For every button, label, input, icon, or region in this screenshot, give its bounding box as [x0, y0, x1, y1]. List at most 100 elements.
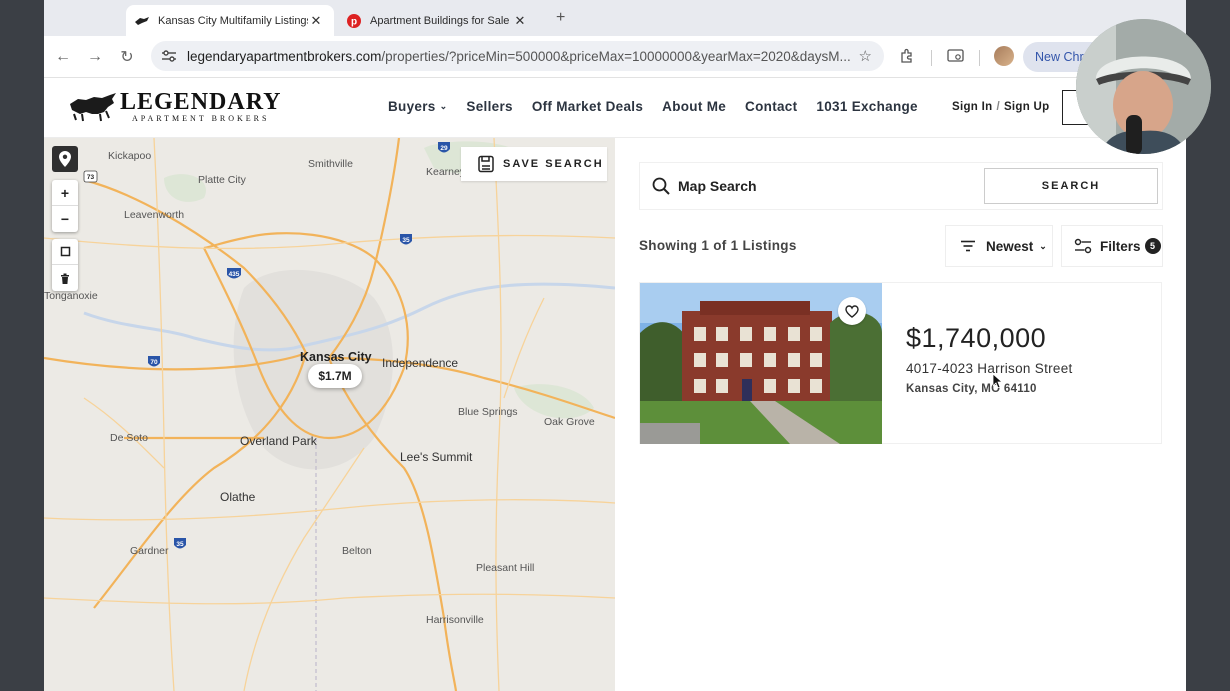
- map-label-de-soto: De Soto: [110, 432, 148, 444]
- forward-arrow-icon[interactable]: →: [85, 47, 105, 67]
- listing-photo[interactable]: [640, 283, 882, 444]
- search-button[interactable]: SEARCH: [984, 168, 1158, 204]
- svg-text:73: 73: [87, 174, 95, 181]
- map-label-kickapoo: Kickapoo: [108, 150, 152, 162]
- logo-bull-icon: [70, 93, 116, 122]
- filters-button[interactable]: Filters 5: [1061, 225, 1163, 267]
- tab-strip: Kansas City Multifamily Listings ✕ p Apa…: [44, 0, 1186, 36]
- map-label-platte-city: Platte City: [198, 174, 246, 186]
- main-nav: Buyers ⌄ Sellers Off Market Deals About M…: [388, 99, 937, 114]
- nav-1031-exchange[interactable]: 1031 Exchange: [816, 99, 917, 114]
- map-label-gardner: Gardner: [130, 545, 169, 557]
- bookmark-star-icon[interactable]: ☆: [859, 47, 872, 65]
- listings-panel: Map Search SEARCH Showing 1 of 1 Listing…: [615, 138, 1186, 691]
- nav-label: About Me: [662, 99, 727, 114]
- nav-contact[interactable]: Contact: [745, 99, 797, 114]
- map-label-belton: Belton: [342, 545, 372, 557]
- url-path: /properties/?priceMin=500000&priceMax=10…: [381, 48, 851, 64]
- map-price-marker[interactable]: $1.7M: [308, 364, 362, 388]
- map-label-overland-park: Overland Park: [240, 434, 317, 448]
- new-tab-icon[interactable]: +: [556, 9, 565, 27]
- profile-avatar[interactable]: [994, 46, 1014, 66]
- location-pin-button[interactable]: [52, 146, 78, 172]
- tab-title: Apartment Buildings for Sale: [370, 14, 510, 27]
- tab-kansas-city-listings[interactable]: Kansas City Multifamily Listings ✕: [126, 5, 334, 36]
- left-backdrop: [0, 0, 44, 691]
- site-logo[interactable]: LEGENDARY APARTMENT BROKERS: [68, 90, 282, 124]
- sign-up-link[interactable]: Sign Up: [1004, 101, 1050, 113]
- map-label-leavenworth: Leavenworth: [124, 209, 185, 221]
- svg-text:70: 70: [150, 359, 158, 366]
- browser-window: Kansas City Multifamily Listings ✕ p Apa…: [44, 0, 1186, 691]
- filters-count-badge: 5: [1144, 238, 1161, 254]
- pinterest-favicon-icon: p: [346, 13, 362, 29]
- zoom-out-button[interactable]: −: [52, 206, 78, 232]
- sign-in-link[interactable]: Sign In: [952, 101, 992, 113]
- chevron-down-icon: ⌄: [1039, 240, 1047, 251]
- map-label-independence: Independence: [382, 356, 459, 370]
- nav-buyers[interactable]: Buyers ⌄: [388, 99, 447, 114]
- nav-about-me[interactable]: About Me: [662, 99, 726, 114]
- filters-label: Filters: [1100, 238, 1141, 254]
- close-tab-icon[interactable]: ✕: [308, 13, 324, 29]
- tab-apartment-buildings[interactable]: p Apartment Buildings for Sale ✕: [338, 5, 546, 36]
- chevron-down-icon: ⌄: [439, 101, 448, 111]
- polygon-icon: [60, 246, 70, 257]
- favorite-heart-button[interactable]: [838, 297, 866, 325]
- map-view[interactable]: 29 35 435 70 35 73 Kickapoo Platte City …: [44, 138, 615, 691]
- zoom-controls: + −: [52, 180, 78, 232]
- map-label-tonganoxie: Tonganoxie: [44, 290, 98, 302]
- listing-card[interactable]: $1,740,000 4017-4023 Harrison Street Kan…: [639, 282, 1162, 444]
- trash-icon: [61, 273, 69, 284]
- cast-icon[interactable]: [945, 46, 965, 66]
- tab-title: Kansas City Multifamily Listings: [158, 14, 308, 27]
- site-settings-icon[interactable]: [155, 50, 183, 62]
- zoom-in-button[interactable]: +: [52, 180, 78, 206]
- results-count: Showing 1 of 1 Listings: [639, 238, 797, 253]
- reload-icon[interactable]: ↻: [117, 47, 137, 67]
- map-search-label: Map Search: [678, 178, 757, 194]
- webcam-overlay: [1076, 19, 1211, 154]
- back-arrow-icon[interactable]: ←: [53, 47, 73, 67]
- svg-text:p: p: [351, 16, 357, 27]
- draw-shape-button[interactable]: [52, 239, 78, 265]
- map-label-kansas-city: Kansas City: [300, 350, 372, 364]
- svg-text:35: 35: [176, 541, 184, 548]
- save-search-label: SAVE SEARCH: [503, 158, 604, 170]
- map-label-harrisonville: Harrisonville: [426, 614, 484, 626]
- toolbar-divider: [931, 50, 932, 66]
- listing-city-state: Kansas City, MO 64110: [906, 383, 1037, 395]
- map-label-lees-summit: Lee's Summit: [400, 450, 473, 464]
- nav-sellers[interactable]: Sellers: [466, 99, 512, 114]
- map-label-oak-grove: Oak Grove: [544, 416, 595, 428]
- nav-label: Sellers: [466, 99, 513, 114]
- search-icon: [652, 177, 670, 195]
- site-header: LEGENDARY APARTMENT BROKERS Buyers ⌄ Sell…: [44, 78, 1186, 138]
- extensions-puzzle-icon[interactable]: [897, 46, 917, 66]
- svg-text:35: 35: [402, 237, 410, 244]
- nav-off-market-deals[interactable]: Off Market Deals: [532, 99, 643, 114]
- listing-street: 4017-4023 Harrison Street: [906, 361, 1073, 376]
- toolbar-divider: [979, 50, 980, 66]
- browser-toolbar: ← → ↻ legendaryapartmentbrokers.com/prop…: [44, 36, 1186, 78]
- url-host: legendaryapartmentbrokers.com: [187, 48, 382, 64]
- mouse-cursor-icon: [993, 374, 1003, 388]
- delete-shape-button[interactable]: [52, 265, 78, 291]
- logo-subtitle: APARTMENT BROKERS: [132, 114, 270, 123]
- close-tab-icon[interactable]: ✕: [512, 13, 528, 29]
- sign-separator: /: [996, 101, 1000, 113]
- sort-lines-icon: [960, 240, 976, 252]
- map-label-kearney: Kearney: [426, 166, 466, 178]
- nav-label: Contact: [745, 99, 798, 114]
- save-search-button[interactable]: SAVE SEARCH: [461, 147, 607, 181]
- draw-controls: [52, 239, 78, 291]
- nav-label: Off Market Deals: [531, 99, 644, 114]
- svg-text:29: 29: [440, 145, 448, 152]
- listing-price: $1,740,000: [906, 323, 1047, 353]
- heart-icon: [845, 304, 859, 318]
- address-bar[interactable]: legendaryapartmentbrokers.com/properties…: [151, 41, 884, 71]
- sort-dropdown[interactable]: Newest ⌄: [945, 225, 1053, 267]
- svg-text:435: 435: [229, 271, 240, 278]
- filter-sliders-icon: [1074, 238, 1092, 254]
- map-label-blue-springs: Blue Springs: [458, 406, 518, 418]
